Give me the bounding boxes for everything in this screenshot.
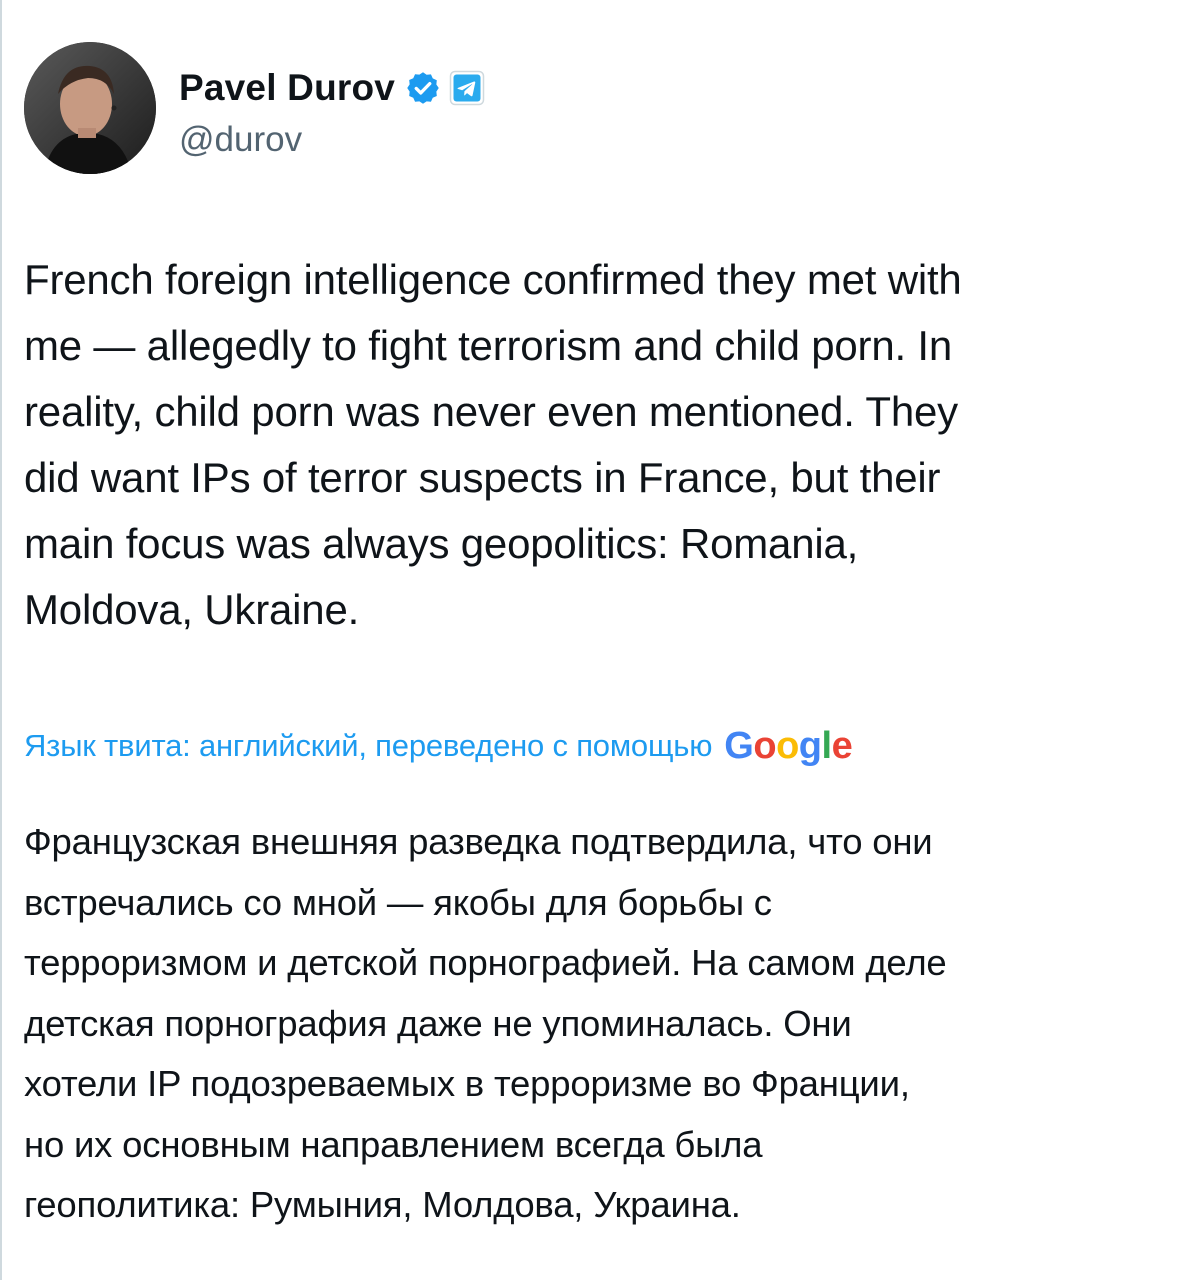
tweet-text: French foreign intelligence confirmed th… — [24, 256, 962, 633]
name-row: Pavel Durov — [179, 64, 485, 112]
avatar[interactable] — [24, 42, 156, 174]
google-logo-letter: l — [821, 724, 833, 767]
left-border — [0, 0, 2, 1280]
translation-label[interactable]: Язык твита: английский, переведено с пом… — [24, 728, 712, 764]
verified-badge-icon[interactable] — [405, 70, 441, 106]
user-handle[interactable]: @durov — [179, 120, 302, 160]
telegram-icon[interactable] — [449, 70, 485, 106]
google-logo-letter: g — [798, 724, 822, 767]
google-logo-letter: o — [753, 724, 777, 767]
tweet-header: Pavel Durov @durov — [24, 42, 1154, 177]
google-logo-letter: e — [831, 724, 853, 767]
translation-attribution: Язык твита: английский, переведено с пом… — [24, 718, 853, 774]
google-logo-letter: o — [776, 724, 799, 767]
avatar-image — [24, 42, 156, 174]
google-logo-letter: G — [724, 724, 754, 767]
display-name[interactable]: Pavel Durov — [179, 67, 395, 109]
google-logo: Google — [724, 725, 852, 768]
translated-tweet-text: Французская внешняя разведка подтвердила… — [24, 821, 947, 1225]
